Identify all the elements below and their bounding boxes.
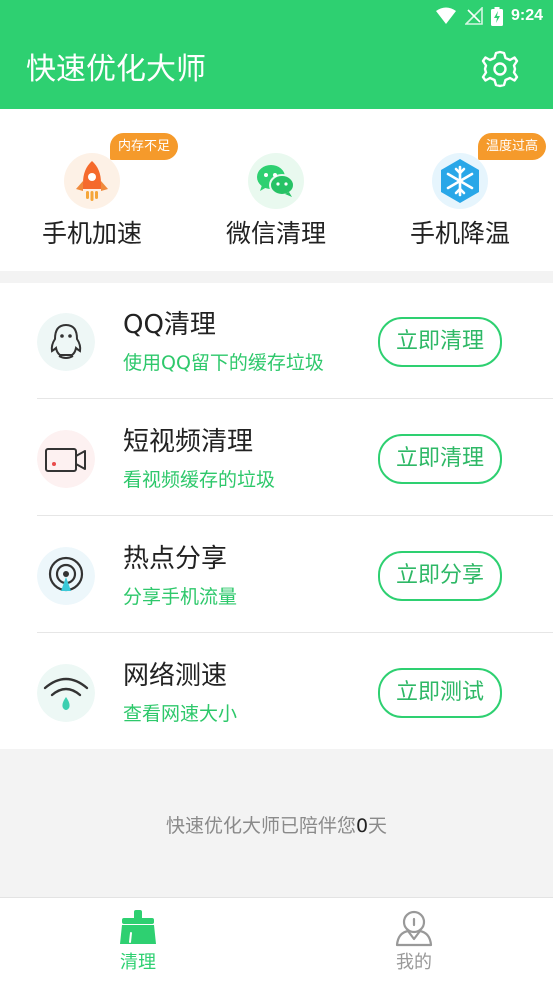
wechat-icon	[248, 153, 304, 209]
test-now-button[interactable]: 立即测试	[378, 668, 502, 718]
user-icon	[395, 910, 433, 947]
tab-label: 我的	[396, 952, 432, 973]
list-item-title: QQ清理	[123, 310, 216, 340]
status-bar: 9:24	[435, 5, 543, 27]
battery-charging-icon	[490, 6, 503, 26]
broom-icon	[120, 910, 156, 944]
app-title: 快速优化大师	[26, 52, 206, 87]
quick-action-phone-cooldown[interactable]: 温度过高 手机降温	[368, 109, 552, 271]
list-item-title: 热点分享	[123, 544, 228, 574]
settings-button[interactable]	[481, 50, 519, 88]
list-item-subtitle: 分享手机流量	[123, 586, 238, 608]
divider	[37, 632, 553, 633]
divider	[37, 515, 553, 516]
feature-list: QQ清理 使用QQ留下的缓存垃圾 立即清理 短视频清理 看视频缓存的垃圾 立即清…	[0, 283, 553, 749]
quick-action-phone-speedup[interactable]: 内存不足 手机加速	[0, 109, 184, 271]
divider	[37, 398, 553, 399]
tab-label: 清理	[120, 952, 156, 973]
companion-days-count: 0	[355, 815, 369, 837]
bottom-tab-bar: 清理 我的	[0, 897, 553, 984]
quick-actions-panel: 内存不足 手机加速 微信清理 温度过高 手机降温	[0, 109, 553, 271]
list-item-subtitle: 看视频缓存的垃圾	[123, 469, 276, 491]
clean-now-button[interactable]: 立即清理	[378, 434, 502, 484]
temperature-high-badge: 温度过高	[478, 133, 547, 160]
memory-low-badge: 内存不足	[110, 133, 179, 160]
quick-action-label: 手机降温	[409, 219, 510, 248]
app-header: 9:24 快速优化大师	[0, 0, 553, 109]
qq-penguin-icon	[37, 313, 95, 371]
tab-clean[interactable]: 清理	[0, 898, 276, 984]
quick-action-label: 微信清理	[225, 219, 326, 248]
list-item-title: 网络测速	[123, 661, 228, 691]
companion-days-text: 快速优化大师已陪伴您0天	[0, 812, 553, 840]
wifi-signal-icon	[435, 7, 456, 24]
gear-icon	[481, 50, 519, 88]
companion-text-suffix: 天	[368, 815, 388, 837]
list-item-network-speed-test: 网络测速 查看网速大小 立即测试	[0, 634, 553, 750]
list-item-title: 短视频清理	[123, 427, 254, 457]
wifi-icon	[37, 664, 95, 722]
hotspot-icon	[37, 547, 95, 605]
list-item-subtitle: 使用QQ留下的缓存垃圾	[123, 352, 324, 374]
status-time: 9:24	[510, 7, 543, 24]
rocket-icon	[64, 153, 120, 209]
mobile-signal-icon	[464, 7, 483, 25]
quick-action-label: 手机加速	[41, 219, 142, 248]
snowflake-icon	[432, 153, 488, 209]
video-camera-icon	[37, 430, 95, 488]
quick-action-wechat-clean[interactable]: 微信清理	[184, 109, 368, 271]
share-now-button[interactable]: 立即分享	[378, 551, 502, 601]
clean-now-button[interactable]: 立即清理	[378, 317, 502, 367]
list-item-short-video-clean: 短视频清理 看视频缓存的垃圾 立即清理	[0, 400, 553, 516]
companion-text-prefix: 快速优化大师已陪伴您	[165, 815, 356, 837]
list-item-subtitle: 查看网速大小	[123, 703, 238, 725]
tab-mine[interactable]: 我的	[276, 898, 552, 984]
list-item-qq-clean: QQ清理 使用QQ留下的缓存垃圾 立即清理	[0, 283, 553, 399]
list-item-hotspot-share: 热点分享 分享手机流量 立即分享	[0, 517, 553, 633]
